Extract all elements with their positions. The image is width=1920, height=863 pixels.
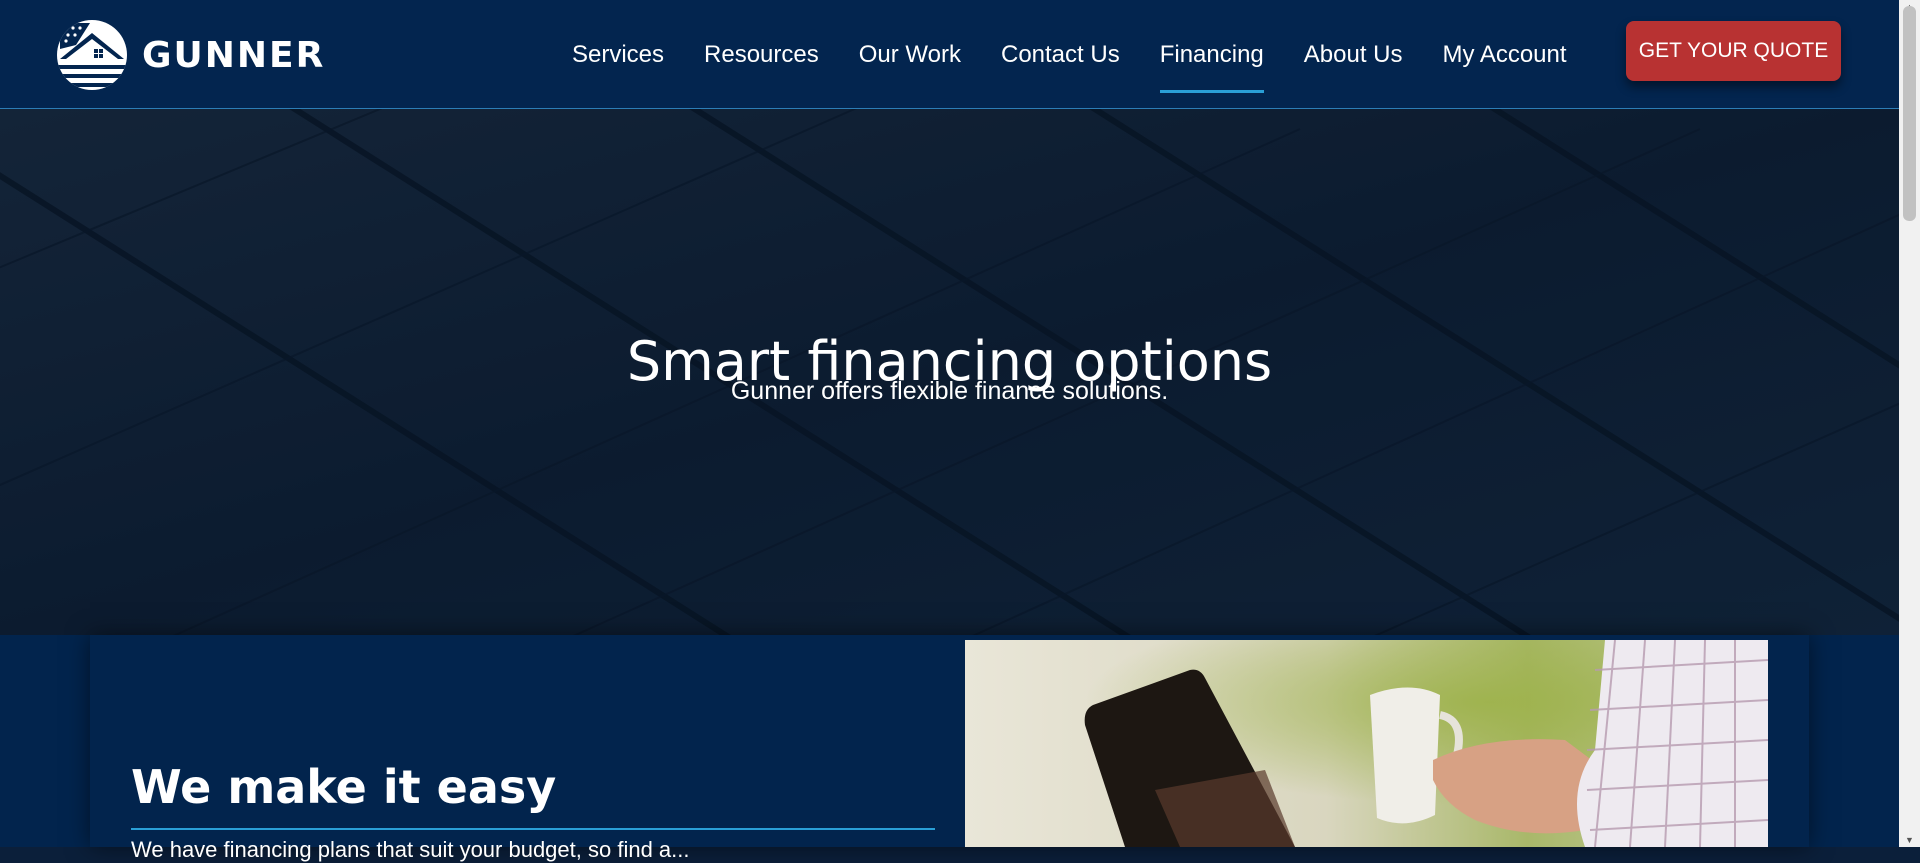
- brand-logo[interactable]: GUNNER: [56, 19, 325, 91]
- hero-banner: Smart financing options Gunner offers fl…: [0, 109, 1899, 635]
- page-scrollbar[interactable]: ▲ ▼: [1899, 0, 1920, 847]
- nav-item-financing[interactable]: Financing: [1159, 35, 1264, 93]
- nav-item-resources[interactable]: Resources: [704, 35, 819, 75]
- person-with-tablet-image: [965, 640, 1768, 847]
- scrollbar-thumb[interactable]: [1903, 6, 1916, 221]
- get-quote-button[interactable]: GET YOUR QUOTE: [1626, 21, 1841, 81]
- main-nav: Services Resources Our Work Contact Us F…: [572, 0, 1607, 109]
- nav-item-our-work[interactable]: Our Work: [859, 35, 961, 75]
- scroll-down-arrow-icon[interactable]: ▼: [1899, 833, 1920, 847]
- financing-section: We make it easy We have financing plans …: [0, 635, 1899, 862]
- financing-photo: [965, 640, 1768, 847]
- hero-subtitle: Gunner offers flexible finance solutions…: [730, 377, 1169, 405]
- financing-card: We make it easy We have financing plans …: [90, 635, 1809, 862]
- section-divider: [131, 828, 935, 830]
- site-header: GUNNER Services Resources Our Work Conta…: [0, 0, 1899, 109]
- gunner-logo-icon: [57, 20, 127, 90]
- section-title: We make it easy: [131, 760, 557, 814]
- nav-item-about-us[interactable]: About Us: [1304, 35, 1403, 75]
- section-body-text: We have financing plans that suit your b…: [131, 837, 690, 862]
- brand-wordmark: GUNNER: [142, 34, 326, 76]
- nav-item-my-account[interactable]: My Account: [1442, 35, 1566, 75]
- nav-item-contact-us[interactable]: Contact Us: [1001, 35, 1120, 75]
- nav-item-services[interactable]: Services: [572, 35, 664, 75]
